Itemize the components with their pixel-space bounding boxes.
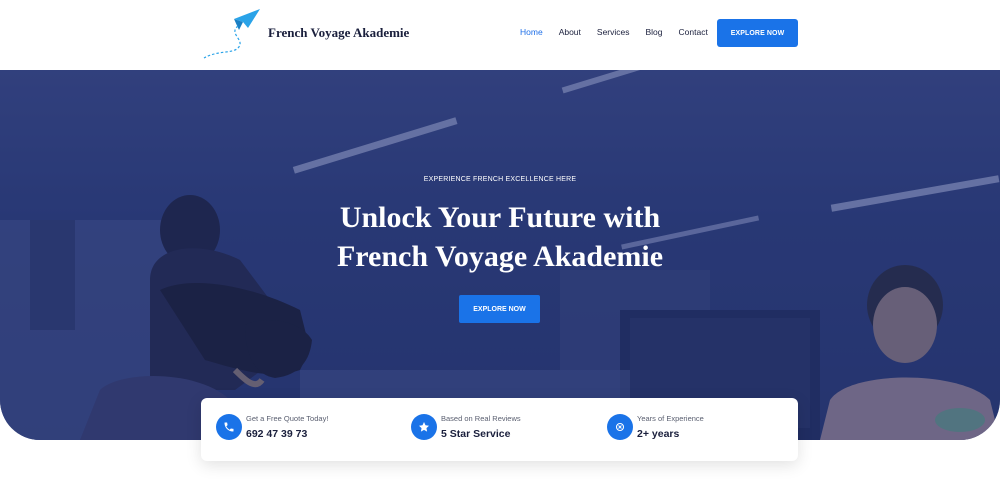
hero-headline-line1: Unlock Your Future with — [339, 201, 661, 234]
hero-section: EXPERIENCE FRENCH EXCELLENCE HERE Unlock… — [0, 70, 1000, 440]
site-header: French Voyage Akademie Home About Servic… — [0, 0, 1000, 70]
info-value: 5 Star Service — [441, 428, 511, 440]
award-icon — [607, 414, 633, 440]
nav-contact[interactable]: Contact — [679, 27, 708, 37]
brand-name[interactable]: French Voyage Akademie — [268, 25, 409, 41]
phone-number[interactable]: 692 47 39 73 — [246, 428, 328, 440]
nav-blog[interactable]: Blog — [646, 27, 663, 37]
info-card: Get a Free Quote Today! 692 47 39 73 Bas… — [201, 398, 798, 461]
info-item-experience: Years of Experience 2+ years — [607, 414, 704, 440]
info-label: Years of Experience — [637, 414, 704, 423]
info-value: 2+ years — [637, 428, 680, 440]
hero-headline-line2: French Voyage Akademie — [336, 240, 664, 273]
header-explore-button[interactable]: EXPLORE NOW — [717, 19, 798, 47]
hero-headline: Unlock Your Future with French Voyage Ak… — [0, 198, 1000, 276]
hero-eyebrow: EXPERIENCE FRENCH EXCELLENCE HERE — [423, 176, 577, 183]
info-item-quote: Get a Free Quote Today! 692 47 39 73 — [216, 414, 328, 440]
nav-home[interactable]: Home — [520, 27, 543, 37]
phone-icon — [216, 414, 242, 440]
main-nav: Home About Services Blog Contact — [520, 27, 724, 37]
star-icon — [411, 414, 437, 440]
paper-plane-logo-icon[interactable] — [198, 4, 264, 62]
hero-explore-button[interactable]: EXPLORE NOW — [459, 295, 540, 323]
info-item-reviews: Based on Real Reviews 5 Star Service — [411, 414, 521, 440]
info-label: Get a Free Quote Today! — [246, 414, 329, 423]
nav-services[interactable]: Services — [597, 27, 630, 37]
nav-about[interactable]: About — [559, 27, 581, 37]
info-label: Based on Real Reviews — [441, 414, 521, 423]
